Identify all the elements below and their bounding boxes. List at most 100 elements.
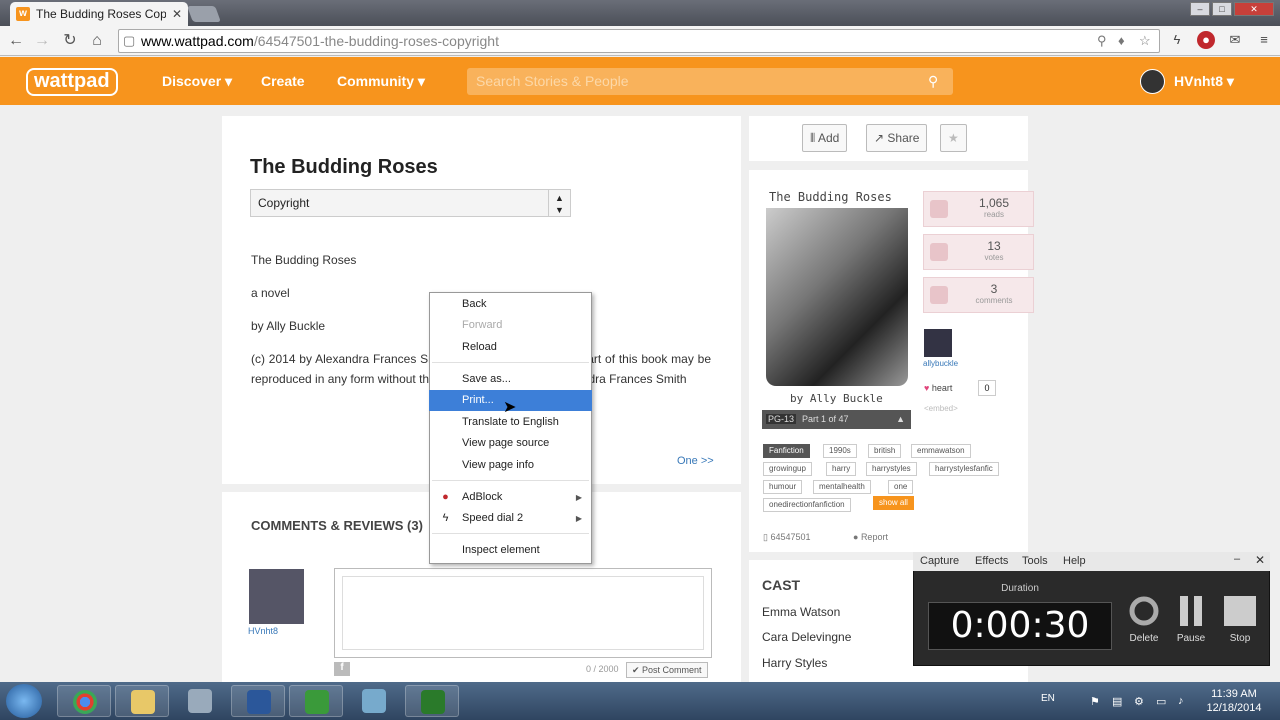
nav-create[interactable]: Create — [261, 73, 305, 89]
share-button[interactable]: ↗ Share — [866, 124, 928, 152]
votes-count: 13 — [987, 239, 1001, 253]
cover-image[interactable] — [766, 208, 908, 386]
maximize-icon[interactable]: □ — [1212, 2, 1232, 16]
recorder-close-icon[interactable]: ✕ — [1255, 553, 1265, 567]
ctx-save-as[interactable]: Save as... — [429, 369, 592, 390]
page-icon[interactable]: ▢ — [123, 33, 135, 49]
tray-volume-icon[interactable]: ♪ — [1178, 695, 1184, 707]
tag[interactable]: british — [868, 444, 902, 458]
cast-member[interactable]: Emma Watson — [762, 605, 840, 619]
taskbar-app[interactable] — [173, 685, 227, 717]
bookmark-star-icon[interactable]: ☆ — [1139, 33, 1151, 49]
home-icon[interactable]: ⌂ — [87, 31, 107, 51]
ctx-back[interactable]: Back — [429, 294, 592, 315]
ctx-speed-dial[interactable]: ϟ Speed dial 2 ▶ — [429, 508, 592, 529]
nav-discover[interactable]: Discover ▾ — [162, 73, 232, 90]
recorder-icon — [421, 690, 445, 714]
address-bar[interactable]: www.wattpad.com/64547501-the-budding-ros… — [118, 29, 1160, 53]
menu-icon[interactable]: ≡ — [1255, 31, 1273, 49]
tag[interactable]: emmawatson — [911, 444, 971, 458]
taskbar-recorder[interactable] — [405, 685, 459, 717]
search-input[interactable]: Search Stories & People — [467, 68, 953, 95]
ctx-adblock[interactable]: ● AdBlock ▶ — [429, 487, 592, 508]
tag[interactable]: mentalhealth — [813, 480, 871, 494]
avatar[interactable] — [1140, 69, 1165, 94]
ctx-view-source[interactable]: View page source — [429, 433, 592, 454]
facebook-icon[interactable]: f — [334, 662, 350, 676]
cast-member[interactable]: Harry Styles — [762, 656, 827, 670]
minimize-icon[interactable]: – — [1190, 2, 1210, 16]
tag[interactable]: one — [888, 480, 914, 494]
tag[interactable]: harry — [826, 462, 857, 476]
adblock-ext-icon[interactable]: ● — [1197, 31, 1215, 49]
tray-gear-icon[interactable]: ⚙ — [1134, 695, 1144, 708]
recorder-menu-effects[interactable]: Effects — [975, 555, 1008, 567]
vote-star-button[interactable]: ★ — [940, 124, 967, 152]
pause-button[interactable] — [1171, 596, 1211, 626]
story-title: The Budding Roses — [250, 156, 438, 178]
start-button[interactable] — [6, 684, 42, 718]
user-menu[interactable]: HVnht8 ▾ — [1174, 73, 1234, 90]
ctx-inspect[interactable]: Inspect element — [429, 540, 592, 561]
cover-author: by Ally Buckle — [790, 392, 883, 405]
ctx-forward[interactable]: Forward — [429, 315, 592, 336]
select-arrows-icon: ▲ ▼ — [548, 190, 570, 216]
taskbar-clock[interactable]: 11:39 AM 12/18/2014 — [1196, 687, 1272, 715]
language-indicator[interactable]: EN — [1041, 693, 1055, 704]
ctx-reload[interactable]: Reload — [429, 337, 592, 358]
ctx-page-info[interactable]: View page info — [429, 455, 592, 476]
url-path: /64547501-the-budding-roses-copyright — [253, 33, 499, 49]
tag[interactable]: harrystylesfanfic — [929, 462, 999, 476]
recorder-menu-capture[interactable]: Capture — [920, 555, 959, 567]
search-icon[interactable]: ⚲ — [928, 73, 938, 90]
nav-community[interactable]: Community ▾ — [337, 73, 425, 90]
delete-button[interactable] — [1124, 596, 1164, 626]
cast-member[interactable]: Cara Delevingne — [762, 630, 851, 644]
taskbar-chrome[interactable] — [57, 685, 111, 717]
tab-active[interactable]: w The Budding Roses Copyr ✕ — [10, 2, 188, 26]
taskbar-word[interactable] — [231, 685, 285, 717]
recorder-menu-help[interactable]: Help — [1063, 555, 1086, 567]
new-tab-button[interactable] — [187, 6, 221, 22]
author-name[interactable]: allybuckle — [923, 359, 958, 368]
tray-monitor-icon[interactable]: ▭ — [1156, 695, 1166, 708]
taskbar-app[interactable] — [347, 685, 401, 717]
tag[interactable]: humour — [763, 480, 803, 494]
tray-flag-icon[interactable]: ⚑ — [1090, 695, 1100, 708]
comment-input[interactable] — [342, 576, 704, 650]
zoom-icon[interactable]: ⚲ — [1097, 33, 1107, 49]
add-button[interactable]: ⦀ Add — [802, 124, 848, 152]
mail-ext-icon[interactable]: ✉ — [1226, 31, 1244, 49]
recorder-menu-tools[interactable]: Tools — [1022, 555, 1048, 567]
lightbulb-icon[interactable]: ♦ — [1118, 33, 1125, 48]
back-arrow-icon[interactable]: ← — [6, 31, 26, 51]
tag[interactable]: growingup — [763, 462, 812, 476]
forward-arrow-icon[interactable]: → — [32, 31, 52, 51]
taskbar-explorer[interactable] — [115, 685, 169, 717]
avatar[interactable] — [249, 569, 304, 624]
tag[interactable]: 1990s — [823, 444, 857, 458]
stop-button[interactable] — [1220, 596, 1260, 626]
recorder-minimize-icon[interactable]: – — [1234, 553, 1240, 565]
tray-network-icon[interactable]: ▤ — [1112, 695, 1122, 708]
tag[interactable]: onedirectionfanfiction — [763, 498, 851, 512]
speed-dial-ext-icon[interactable]: ϟ — [1168, 31, 1186, 49]
embed-link[interactable]: <embed> — [924, 404, 958, 413]
heart-button[interactable]: ♥ heart — [924, 380, 952, 396]
part-select[interactable]: Copyright ▲ ▼ — [250, 189, 571, 217]
report-link[interactable]: ● Report — [853, 532, 888, 542]
taskbar-camtasia[interactable] — [289, 685, 343, 717]
comment-username[interactable]: HVnht8 — [248, 626, 278, 636]
next-part-link[interactable]: One >> — [677, 455, 714, 467]
post-comment-button[interactable]: ✔ Post Comment — [626, 662, 708, 678]
reload-icon[interactable]: ↻ — [60, 31, 80, 51]
window-close-icon[interactable]: ✕ — [1234, 2, 1274, 16]
tag[interactable]: harrystyles — [866, 462, 917, 476]
part-selector-bar[interactable]: PG-13 Part 1 of 47 ▲ — [762, 410, 911, 429]
tab-close-icon[interactable]: ✕ — [172, 7, 182, 21]
wattpad-logo[interactable]: wattpad — [26, 68, 118, 96]
show-all-tags-button[interactable]: show all — [873, 496, 914, 510]
duration-label: Duration — [1001, 583, 1039, 594]
tag[interactable]: Fanfiction — [763, 444, 810, 458]
author-avatar[interactable] — [924, 329, 952, 357]
